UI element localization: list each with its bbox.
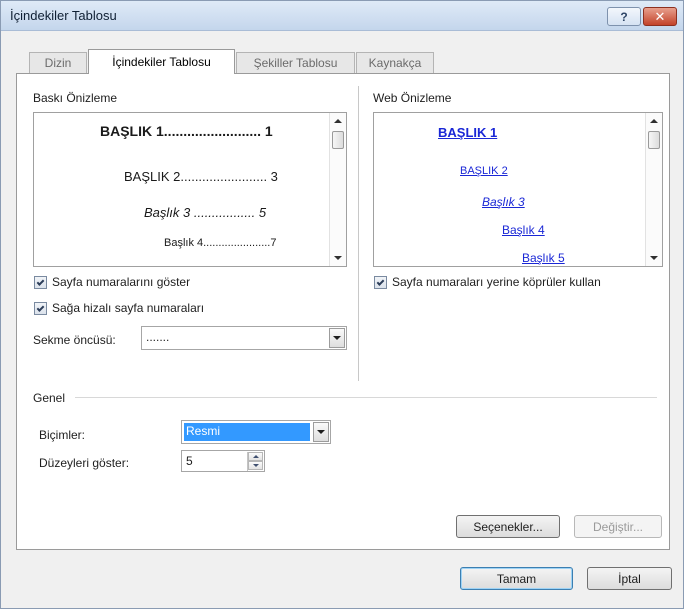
cancel-button-label: İptal	[618, 571, 641, 586]
tab-index-label: Dizin	[44, 56, 72, 70]
check-icon	[36, 303, 45, 312]
general-section-label: Genel	[33, 391, 66, 405]
show-levels-value[interactable]: 5	[186, 454, 193, 468]
tab-index[interactable]: Dizin	[29, 52, 87, 73]
spinner-arrows	[247, 452, 263, 471]
dropdown-button[interactable]	[313, 422, 329, 442]
close-icon: ✕	[654, 8, 666, 24]
tab-leader-select[interactable]: .......	[141, 326, 347, 350]
scroll-up-icon[interactable]	[650, 119, 658, 123]
help-button[interactable]: ?	[607, 7, 641, 26]
right-align-label[interactable]: Sağa hizalı sayfa numaraları	[52, 301, 204, 315]
formats-select[interactable]: Resmi	[181, 420, 331, 444]
print-preview-line: BAŞLIK 1......................... 1	[100, 123, 273, 139]
print-preview-box: BAŞLIK 1......................... 1 BAŞL…	[33, 112, 347, 267]
use-hyperlinks-checkbox[interactable]	[374, 276, 387, 289]
spin-up-button[interactable]	[248, 452, 263, 461]
formats-label: Biçimler:	[39, 428, 86, 442]
web-preview-link[interactable]: Başlık 4	[502, 223, 545, 237]
scroll-up-icon[interactable]	[334, 119, 342, 123]
ok-button[interactable]: Tamam	[460, 567, 573, 590]
formats-value: Resmi	[186, 424, 221, 438]
ok-button-label: Tamam	[496, 571, 537, 586]
web-preview-scrollbar[interactable]	[645, 113, 662, 266]
scroll-down-icon[interactable]	[334, 256, 342, 260]
use-hyperlinks-label[interactable]: Sayfa numaraları yerine köprüler kullan	[392, 275, 601, 289]
chevron-down-icon	[333, 336, 341, 340]
tab-leader-value: .......	[146, 330, 170, 344]
scroll-thumb[interactable]	[648, 131, 660, 149]
web-preview-link[interactable]: BAŞLIK 1	[438, 125, 497, 140]
help-icon: ?	[620, 9, 628, 24]
column-divider	[358, 86, 359, 381]
show-levels-label: Düzeyleri göster:	[39, 456, 130, 470]
check-icon	[36, 277, 45, 286]
chevron-up-icon	[252, 455, 259, 458]
scroll-thumb[interactable]	[332, 131, 344, 149]
options-button[interactable]: Seçenekler...	[456, 515, 560, 538]
tab-bibliography[interactable]: Kaynakça	[356, 52, 434, 73]
general-divider	[75, 397, 657, 398]
dialog-title: İçindekiler Tablosu	[10, 8, 117, 23]
web-preview-label: Web Önizleme	[373, 91, 451, 105]
modify-button[interactable]: Değiştir...	[574, 515, 662, 538]
tab-table-of-figures-label: Şekiller Tablosu	[253, 56, 338, 70]
show-page-numbers-checkbox[interactable]	[34, 276, 47, 289]
tab-table-of-contents[interactable]: İçindekiler Tablosu	[88, 49, 235, 74]
show-page-numbers-label[interactable]: Sayfa numaralarını göster	[52, 275, 190, 289]
print-preview-line: Başlık 4......................7	[164, 237, 277, 249]
tab-leader-label: Sekme öncüsü:	[33, 333, 116, 347]
web-preview-link[interactable]: BAŞLIK 2	[460, 165, 508, 177]
close-button[interactable]: ✕	[643, 7, 677, 26]
web-preview-label-text: Web Önizleme	[373, 91, 452, 105]
scroll-down-icon[interactable]	[650, 256, 658, 260]
dropdown-button[interactable]	[329, 328, 345, 348]
web-preview-link[interactable]: Başlık 5	[522, 251, 565, 265]
tab-panel: Baskı Önizleme BAŞLIK 1.................…	[16, 73, 670, 550]
toc-dialog: İçindekiler Tablosu ? ✕ Dizin İçindekile…	[0, 0, 684, 609]
tab-bibliography-label: Kaynakça	[368, 56, 422, 70]
chevron-down-icon	[317, 430, 325, 434]
tab-table-of-contents-label: İçindekiler Tablosu	[112, 55, 211, 69]
cancel-button[interactable]: İptal	[587, 567, 672, 590]
right-align-checkbox[interactable]	[34, 302, 47, 315]
spin-down-button[interactable]	[248, 461, 263, 470]
print-preview-line: BAŞLIK 2........................ 3	[124, 169, 278, 184]
check-icon	[376, 277, 385, 286]
web-preview-box: BAŞLIK 1 BAŞLIK 2 Başlık 3 Başlık 4 Başl…	[373, 112, 663, 267]
chevron-down-icon	[252, 464, 259, 467]
options-button-label: Seçenekler...	[473, 519, 543, 534]
show-levels-spinner[interactable]: 5	[181, 450, 265, 472]
modify-button-label: Değiştir...	[592, 519, 643, 534]
print-preview-line: Başlık 3 ................. 5	[144, 205, 267, 220]
print-preview-scrollbar[interactable]	[329, 113, 346, 266]
web-preview-link[interactable]: Başlık 3	[482, 195, 525, 209]
print-preview-label: Baskı Önizleme	[33, 91, 118, 105]
tab-table-of-figures[interactable]: Şekiller Tablosu	[236, 52, 355, 73]
title-bar[interactable]: İçindekiler Tablosu ? ✕	[1, 1, 683, 31]
